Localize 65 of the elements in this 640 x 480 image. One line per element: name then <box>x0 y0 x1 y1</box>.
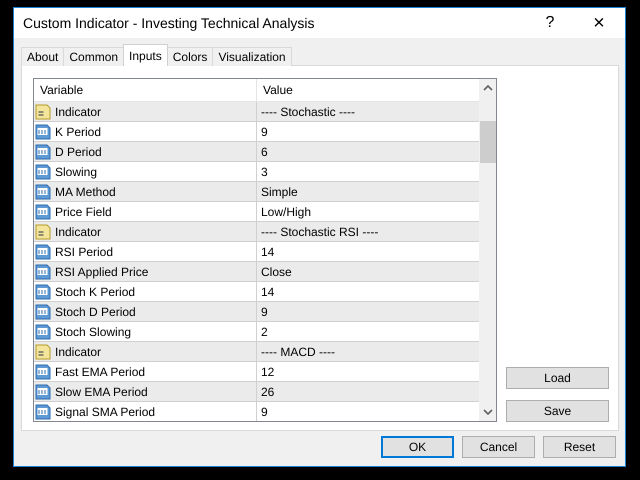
table-cell-text: 26 <box>260 384 276 400</box>
dialog-button[interactable]: Reset <box>543 436 616 458</box>
number-type-icon <box>35 184 51 200</box>
table-cell-text: 9 <box>260 124 269 140</box>
table-cell-text: Low/High <box>260 204 312 220</box>
side-button[interactable]: Save <box>506 400 609 422</box>
number-type-icon <box>35 384 51 400</box>
table-cell-text: ---- Stochastic ---- <box>260 104 356 120</box>
table-cell: Fast EMA Period <box>34 362 257 381</box>
number-type-icon <box>35 144 51 160</box>
table-cell: Stoch K Period <box>34 282 257 301</box>
column-header[interactable]: Variable <box>34 79 257 101</box>
text-type-icon <box>35 104 51 120</box>
tab[interactable]: Colors <box>166 47 214 66</box>
help-button[interactable]: ? <box>527 8 573 38</box>
tab[interactable]: About <box>21 47 64 66</box>
number-type-icon <box>35 364 51 380</box>
text-type-icon <box>35 224 51 240</box>
table-cell: Indicator <box>34 342 257 361</box>
table-cell-text: Close <box>260 264 293 280</box>
table-cell-text: ---- MACD ---- <box>260 344 336 360</box>
table-cell-text: 14 <box>260 244 276 260</box>
number-type-icon <box>35 164 51 180</box>
number-type-icon <box>35 284 51 300</box>
table-cell: Stoch Slowing <box>34 322 257 341</box>
table-cell-text: 9 <box>260 404 269 420</box>
table-cell: RSI Applied Price <box>34 262 257 281</box>
table-cell: Indicator <box>34 102 257 121</box>
table-cell: RSI Period <box>34 242 257 261</box>
scrollbar[interactable] <box>479 79 496 421</box>
table-cell-text: 12 <box>260 364 276 380</box>
number-type-icon <box>35 324 51 340</box>
table-cell-text: 14 <box>260 284 276 300</box>
tab[interactable]: Common <box>63 47 124 66</box>
table-cell-text: 3 <box>260 164 269 180</box>
close-button[interactable]: × <box>573 8 625 38</box>
table-cell-text: 2 <box>260 324 269 340</box>
number-type-icon <box>35 304 51 320</box>
number-type-icon <box>35 244 51 260</box>
table-cell: Signal SMA Period <box>34 402 257 421</box>
table-cell-text: 6 <box>260 144 269 160</box>
table-cell-text: Simple <box>260 184 299 200</box>
dialog-button[interactable]: OK <box>381 436 454 458</box>
column-header[interactable]: Value <box>257 79 293 101</box>
table-cell: Price Field <box>34 202 257 221</box>
table-cell-text: 9 <box>260 304 269 320</box>
table-cell: K Period <box>34 122 257 141</box>
table-cell-text: ---- Stochastic RSI ---- <box>260 224 380 240</box>
number-type-icon <box>35 204 51 220</box>
number-type-icon <box>35 264 51 280</box>
number-type-icon <box>35 404 51 420</box>
number-type-icon <box>35 124 51 140</box>
side-button[interactable]: Load <box>506 367 609 389</box>
table-cell: MA Method <box>34 182 257 201</box>
tab[interactable]: Inputs <box>123 44 168 66</box>
window-title: Custom Indicator - Investing Technical Analysis <box>23 15 316 31</box>
tab[interactable]: Visualization <box>212 47 292 66</box>
text-type-icon <box>35 344 51 360</box>
table-cell: Stoch D Period <box>34 302 257 321</box>
table-cell: D Period <box>34 142 257 161</box>
table-cell: Slowing <box>34 162 257 181</box>
dialog-button[interactable]: Cancel <box>462 436 535 458</box>
table-cell: Indicator <box>34 222 257 241</box>
scroll-thumb[interactable] <box>480 121 496 163</box>
table-cell: Slow EMA Period <box>34 382 257 401</box>
